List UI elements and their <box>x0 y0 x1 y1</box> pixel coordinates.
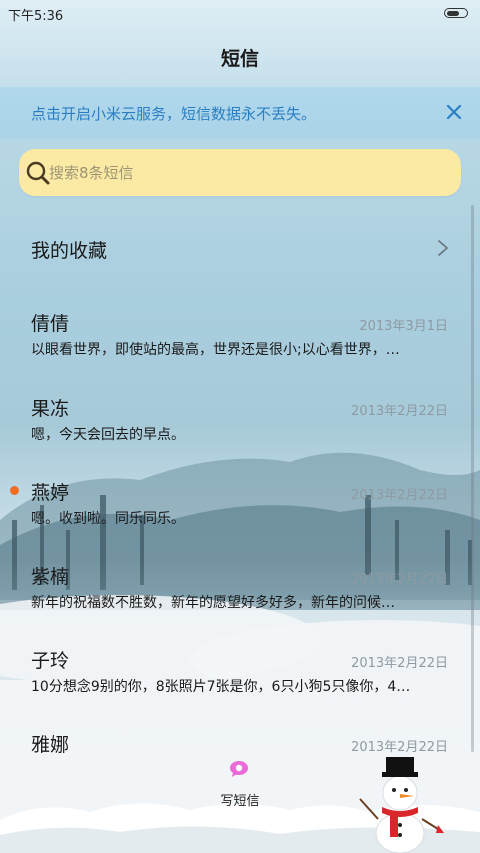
snowman-illustration <box>359 757 444 853</box>
compose-button[interactable]: 写短信 <box>200 758 280 828</box>
message-date: 2013年2月22日 <box>351 404 448 419</box>
contact-name: 倩倩 <box>31 313 70 335</box>
close-icon[interactable] <box>442 100 466 124</box>
message-date: 2013年2月22日 <box>351 488 448 503</box>
cloud-service-banner[interactable]: 点击开启小米云服务，短信数据永不丢失。 <box>0 87 480 139</box>
message-preview: 新年的祝福数不胜数，新年的愿望好多好多，新年的问候… <box>31 595 395 611</box>
contact-name: 燕婷 <box>31 482 70 504</box>
search-box[interactable] <box>19 149 461 196</box>
chevron-right-icon <box>438 240 448 256</box>
contact-name: 紫楠 <box>31 566 70 588</box>
chat-bubble-icon <box>230 761 248 777</box>
status-time: 下午5:36 <box>8 9 64 24</box>
messaging-screen: 下午5:36 短信 点击开启小米云服务，短信数据永不丢失。 我的收藏 倩倩 20… <box>0 0 480 853</box>
conversation-row[interactable]: 子玲 2013年2月22日 10分想念9别的你，8张照片7张是你，6只小狗5只像… <box>0 638 480 722</box>
contact-name: 子玲 <box>31 650 70 672</box>
title-bar: 短信 <box>0 28 480 86</box>
message-date: 2013年2月22日 <box>351 572 448 587</box>
search-icon <box>26 161 50 185</box>
unread-indicator <box>10 486 19 495</box>
message-date: 2013年3月1日 <box>359 319 448 334</box>
battery-icon <box>444 8 468 18</box>
message-date: 2013年2月22日 <box>351 656 448 671</box>
message-preview: 以眼看世界，即使站的最高，世界还是很小;以心看世界，… <box>31 342 400 358</box>
favorites-row[interactable]: 我的收藏 <box>0 218 480 278</box>
message-preview: 嗯，今天会回去的早点。 <box>31 427 185 443</box>
message-preview: 嗯。收到啦。同乐同乐。 <box>31 511 185 527</box>
bottom-action-bar: 写短信 <box>0 753 480 853</box>
scrollbar[interactable] <box>471 205 474 752</box>
page-title: 短信 <box>220 47 259 70</box>
conversation-row[interactable]: 紫楠 2013年2月22日 新年的祝福数不胜数，新年的愿望好多好多，新年的问候… <box>0 554 480 638</box>
contact-name: 果冻 <box>31 398 70 420</box>
status-bar: 下午5:36 <box>0 0 480 28</box>
favorites-label: 我的收藏 <box>31 240 108 262</box>
search-input[interactable] <box>49 149 429 196</box>
battery-level-fill <box>447 10 460 16</box>
conversation-row[interactable]: 倩倩 2013年3月1日 以眼看世界，即使站的最高，世界还是很小;以心看世界，… <box>0 301 480 385</box>
message-preview: 10分想念9别的你，8张照片7张是你，6只小狗5只像你，4… <box>31 679 411 695</box>
compose-label: 写短信 <box>220 794 260 809</box>
conversation-row[interactable]: 果冻 2013年2月22日 嗯，今天会回去的早点。 <box>0 386 480 470</box>
conversation-row[interactable]: 燕婷 2013年2月22日 嗯。收到啦。同乐同乐。 <box>0 470 480 554</box>
banner-text[interactable]: 点击开启小米云服务，短信数据永不丢失。 <box>31 103 316 124</box>
